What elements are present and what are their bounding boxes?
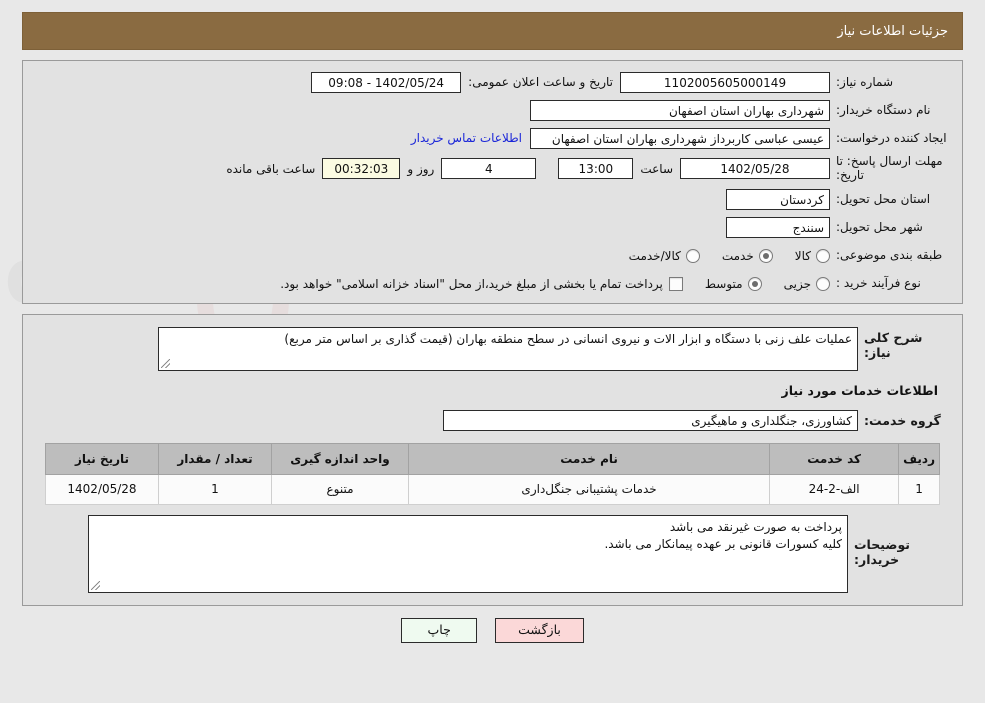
cell-unit: متنوع — [271, 473, 409, 505]
deadline-time-field[interactable]: 13:00 — [558, 158, 634, 180]
back-button[interactable]: بازگشت — [495, 617, 584, 643]
row-buyer-org: نام دستگاه خریدار: شهرداری بهاران استان … — [35, 99, 950, 121]
treasury-note-text: پرداخت تمام یا بخشی از مبلغ خرید،از محل … — [280, 276, 663, 291]
general-description-textarea[interactable]: عملیات علف زنی با دستگاه و ابزار الات و … — [158, 326, 858, 371]
buyer-org-label: نام دستگاه خریدار: — [836, 102, 931, 117]
remaining-time-countdown: 00:32:03 — [322, 158, 401, 180]
radio-icon-kala[interactable] — [816, 248, 830, 263]
radio-label-jozii: جزیی — [783, 276, 811, 291]
city-label: شهر محل تحویل: — [836, 220, 923, 235]
service-group-label: گروه خدمت: — [864, 412, 941, 428]
buyer-notes-label: توضیحات خریدار: — [854, 536, 910, 567]
city-field[interactable]: سنندج — [726, 217, 830, 239]
row-buyer-notes: توضیحات خریدار: پرداخت به صورت غیرنقد می… — [45, 514, 940, 593]
desc-label: شرح کلی نیاز: — [864, 329, 923, 360]
radio-icon-khedmat[interactable] — [758, 248, 773, 263]
page-title: جزئیات اطلاعات نیاز — [837, 23, 948, 39]
cell-code: الف-2-24 — [769, 473, 900, 505]
print-button[interactable]: چاپ — [401, 617, 478, 643]
row-service-group: گروه خدمت: کشاورزی، جنگلداری و ماهیگیری — [35, 409, 950, 431]
radio-label-motavaset: متوسط — [704, 276, 743, 291]
services-section-title: اطلاعات خدمات مورد نیاز — [781, 382, 939, 398]
announce-datetime-field[interactable]: 1402/05/24 - 09:08 — [311, 71, 462, 93]
treasury-checkbox-icon[interactable] — [668, 276, 683, 291]
col-header-qty: تعداد / مقدار — [158, 442, 272, 475]
radio-icon-motavaset[interactable] — [747, 276, 762, 291]
col-header-name: نام خدمت — [407, 442, 771, 475]
cell-date: 1402/05/28 — [45, 473, 159, 505]
category-label: طبقه بندی موضوعی: — [836, 248, 943, 263]
col-header-unit: واحد اندازه گیری — [271, 442, 409, 475]
buyer-notes-textarea[interactable]: پرداخت به صورت غیرنقد می باشد کلیه کسورا… — [88, 514, 848, 593]
row-creator: ایجاد کننده درخواست: عیسی عباسی کاربرداز… — [35, 127, 950, 149]
cell-qty: 1 — [158, 473, 272, 505]
need-number-field[interactable]: 1102005605000149 — [620, 71, 830, 93]
creator-field[interactable]: عیسی عباسی کاربرداز شهرداری بهاران استان… — [530, 127, 830, 149]
radio-item-kala-khedmat[interactable]: کالا/خدمت — [628, 248, 700, 263]
radio-item-kala[interactable]: کالا — [794, 248, 830, 263]
remaining-suffix-label: ساعت باقی مانده — [226, 161, 316, 176]
remaining-days-field: 4 — [441, 158, 537, 180]
col-header-code: کد خدمت — [769, 442, 900, 475]
radio-icon-kala-khedmat[interactable] — [685, 248, 700, 263]
row-province: استان محل تحویل: کردستان — [35, 189, 950, 211]
radio-label-khedmat: خدمت — [721, 248, 754, 263]
page-root: جزئیات اطلاعات نیاز شماره نیاز: 11020056… — [0, 12, 985, 643]
radio-item-jozii[interactable]: جزیی — [783, 276, 830, 291]
buyer-org-field[interactable]: شهرداری بهاران استان اصفهان — [530, 99, 830, 121]
creator-label: ایجاد کننده درخواست: — [836, 130, 947, 145]
deadline-date-field[interactable]: 1402/05/28 — [680, 158, 830, 180]
radio-label-kala: کالا — [794, 248, 811, 263]
radio-label-kala-khedmat: کالا/خدمت — [628, 248, 681, 263]
need-number-label: شماره نیاز: — [836, 74, 893, 89]
cell-radif: 1 — [898, 473, 940, 505]
need-info-panel: شماره نیاز: 1102005605000149 تاریخ و ساع… — [22, 60, 963, 304]
row-category: طبقه بندی موضوعی: کالا خدمت کالا/خدمت — [35, 245, 950, 267]
radio-item-khedmat[interactable]: خدمت — [721, 248, 773, 263]
radio-icon-jozii[interactable] — [816, 276, 830, 291]
row-deadline: مهلت ارسال پاسخ: تا تاریخ: 1402/05/28 سا… — [35, 154, 950, 183]
radio-item-motavaset[interactable]: متوسط — [704, 276, 762, 291]
service-details-panel: شرح کلی نیاز: عملیات علف زنی با دستگاه و… — [22, 313, 963, 606]
days-and-label: روز و — [407, 161, 435, 176]
province-field[interactable]: کردستان — [726, 189, 830, 211]
col-header-radif: ردیف — [898, 442, 940, 475]
row-process-type: نوع فرآیند خرید : جزیی متوسط پرداخت تمام… — [35, 273, 950, 295]
process-label: نوع فرآیند خرید : — [836, 276, 921, 291]
services-table-wrap: ردیف کد خدمت نام خدمت واحد اندازه گیری ت… — [45, 442, 940, 505]
footer-actions: بازگشت چاپ — [0, 617, 985, 643]
buyer-contact-link[interactable]: اطلاعات تماس خریدار — [403, 131, 530, 145]
table-header-row: ردیف کد خدمت نام خدمت واحد اندازه گیری ت… — [45, 442, 940, 475]
table-row: 1 الف-2-24 خدمات پشتیبانی جنگل‌داری متنو… — [45, 473, 940, 505]
treasury-note-checkbox-item[interactable]: پرداخت تمام یا بخشی از مبلغ خرید،از محل … — [280, 276, 683, 291]
services-table: ردیف کد خدمت نام خدمت واحد اندازه گیری ت… — [45, 442, 940, 505]
page-header: جزئیات اطلاعات نیاز — [22, 12, 963, 50]
cell-name: خدمات پشتیبانی جنگل‌داری — [407, 473, 771, 505]
province-label: استان محل تحویل: — [836, 192, 931, 207]
process-radio-group: جزیی متوسط پرداخت تمام یا بخشی از مبلغ خ… — [258, 276, 830, 291]
announce-label: تاریخ و ساعت اعلان عمومی: — [468, 75, 613, 89]
row-city: شهر محل تحویل: سنندج — [35, 217, 950, 239]
hour-label: ساعت — [640, 161, 673, 176]
category-radio-group: کالا خدمت کالا/خدمت — [607, 248, 830, 263]
row-need-number: شماره نیاز: 1102005605000149 تاریخ و ساع… — [35, 71, 950, 93]
deadline-label: مهلت ارسال پاسخ: تا تاریخ: — [836, 154, 943, 182]
row-general-description: شرح کلی نیاز: عملیات علف زنی با دستگاه و… — [35, 326, 950, 371]
col-header-date: تاریخ نیاز — [45, 442, 159, 475]
service-group-field[interactable]: کشاورزی، جنگلداری و ماهیگیری — [443, 409, 858, 431]
